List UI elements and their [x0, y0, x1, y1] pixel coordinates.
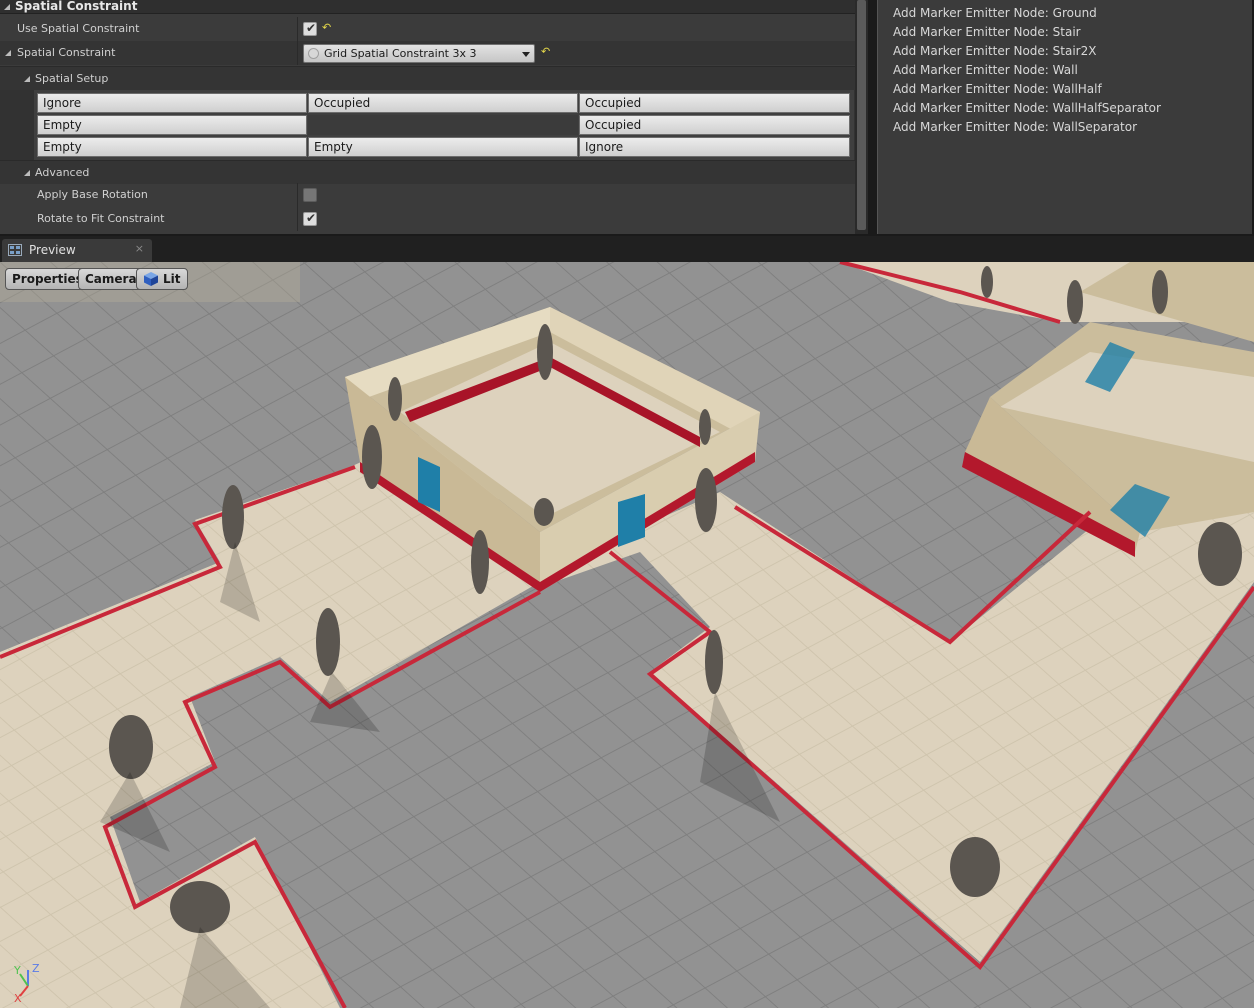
- marker-item[interactable]: Add Marker Emitter Node: Stair2X: [893, 44, 1096, 58]
- spatial-setup-row[interactable]: Spatial Setup: [0, 66, 855, 90]
- class-icon: [308, 48, 319, 59]
- grid-cell-1-0[interactable]: Empty: [37, 115, 307, 135]
- top-area: Spatial Constraint Use Spatial Constrain…: [0, 0, 1254, 236]
- axis-y-label: Y: [13, 964, 21, 977]
- grid-cell-2-1[interactable]: Empty: [308, 137, 578, 157]
- grid-cell-1-1: [308, 115, 578, 135]
- grid-cell-0-2[interactable]: Occupied: [579, 93, 850, 113]
- axis-z-label: Z: [32, 962, 40, 975]
- rotate-to-fit-row: Rotate to Fit Constraint ✔: [0, 207, 855, 231]
- axis-gizmo: Z Y X: [13, 962, 40, 1005]
- advanced-label: Advanced: [35, 166, 90, 179]
- expand-arrow-icon[interactable]: [5, 50, 11, 56]
- expand-arrow-icon[interactable]: [24, 76, 30, 82]
- details-scrollbar-thumb[interactable]: [857, 0, 866, 230]
- spatial-setup-label: Spatial Setup: [35, 72, 109, 85]
- expand-arrow-icon[interactable]: [24, 170, 30, 176]
- marker-item[interactable]: Add Marker Emitter Node: WallHalf: [893, 82, 1102, 96]
- lit-cube-icon: [144, 272, 158, 286]
- camera-button[interactable]: Camera: [78, 268, 144, 290]
- reset-to-default-icon[interactable]: ↶: [322, 21, 331, 34]
- check-icon: ✔: [306, 211, 317, 225]
- preview-viewport[interactable]: Properties Camera Lit Z Y X: [0, 262, 1254, 1008]
- column-divider: [297, 207, 298, 231]
- use-spatial-constraint-checkbox[interactable]: ✔: [303, 21, 317, 36]
- use-spatial-constraint-row: Use Spatial Constraint ✔ ↶: [0, 17, 855, 41]
- use-spatial-constraint-label: Use Spatial Constraint: [17, 22, 140, 35]
- tab-bar: Preview ×: [0, 236, 1254, 262]
- column-divider: [297, 183, 298, 207]
- rotate-to-fit-label: Rotate to Fit Constraint: [37, 212, 165, 225]
- column-divider: [297, 41, 298, 65]
- marker-item[interactable]: Add Marker Emitter Node: Stair: [893, 25, 1081, 39]
- marker-item[interactable]: Add Marker Emitter Node: WallSeparator: [893, 120, 1137, 134]
- reset-to-default-icon[interactable]: ↶: [541, 45, 550, 58]
- column-divider: [297, 17, 298, 41]
- lit-button[interactable]: Lit: [136, 268, 188, 290]
- rotate-to-fit-checkbox[interactable]: ✔: [303, 211, 317, 226]
- marker-item[interactable]: Add Marker Emitter Node: Wall: [893, 63, 1078, 77]
- grid-cell-0-1[interactable]: Occupied: [308, 93, 578, 113]
- close-icon[interactable]: ×: [135, 242, 144, 255]
- lit-label: Lit: [163, 272, 181, 286]
- apply-base-rotation-checkbox[interactable]: [303, 188, 317, 202]
- scene-render[interactable]: [0, 262, 1254, 1008]
- spatial-constraint-label: Spatial Constraint: [17, 46, 116, 59]
- spatial-constraint-value: Grid Spatial Constraint 3x 3: [324, 47, 477, 60]
- grid-cell-1-2[interactable]: Occupied: [579, 115, 850, 135]
- apply-base-rotation-row: Apply Base Rotation: [0, 183, 855, 207]
- tab-preview-title: Preview: [29, 243, 76, 257]
- grid-cell-2-2[interactable]: Ignore: [579, 137, 850, 157]
- details-panel: Spatial Constraint Use Spatial Constrain…: [0, 0, 868, 234]
- advanced-row[interactable]: Advanced: [0, 160, 855, 184]
- viewport-icon: [8, 244, 22, 256]
- marker-list-panel: Add Marker Emitter Node: Ground Add Mark…: [877, 0, 1252, 234]
- spatial-constraint-dropdown[interactable]: Grid Spatial Constraint 3x 3: [303, 44, 535, 63]
- dropdown-arrow-icon: [522, 52, 530, 57]
- marker-item[interactable]: Add Marker Emitter Node: WallHalfSeparat…: [893, 101, 1161, 115]
- check-icon: ✔: [306, 21, 317, 35]
- category-title: Spatial Constraint: [15, 0, 138, 13]
- collapse-arrow-icon[interactable]: [4, 4, 10, 10]
- grid-cell-2-0[interactable]: Empty: [37, 137, 307, 157]
- marker-item[interactable]: Add Marker Emitter Node: Ground: [893, 6, 1097, 20]
- axis-x-label: X: [14, 992, 22, 1005]
- tab-preview[interactable]: Preview ×: [2, 239, 152, 262]
- grid-cell-0-0[interactable]: Ignore: [37, 93, 307, 113]
- category-header[interactable]: Spatial Constraint: [0, 0, 855, 14]
- apply-base-rotation-label: Apply Base Rotation: [37, 188, 148, 201]
